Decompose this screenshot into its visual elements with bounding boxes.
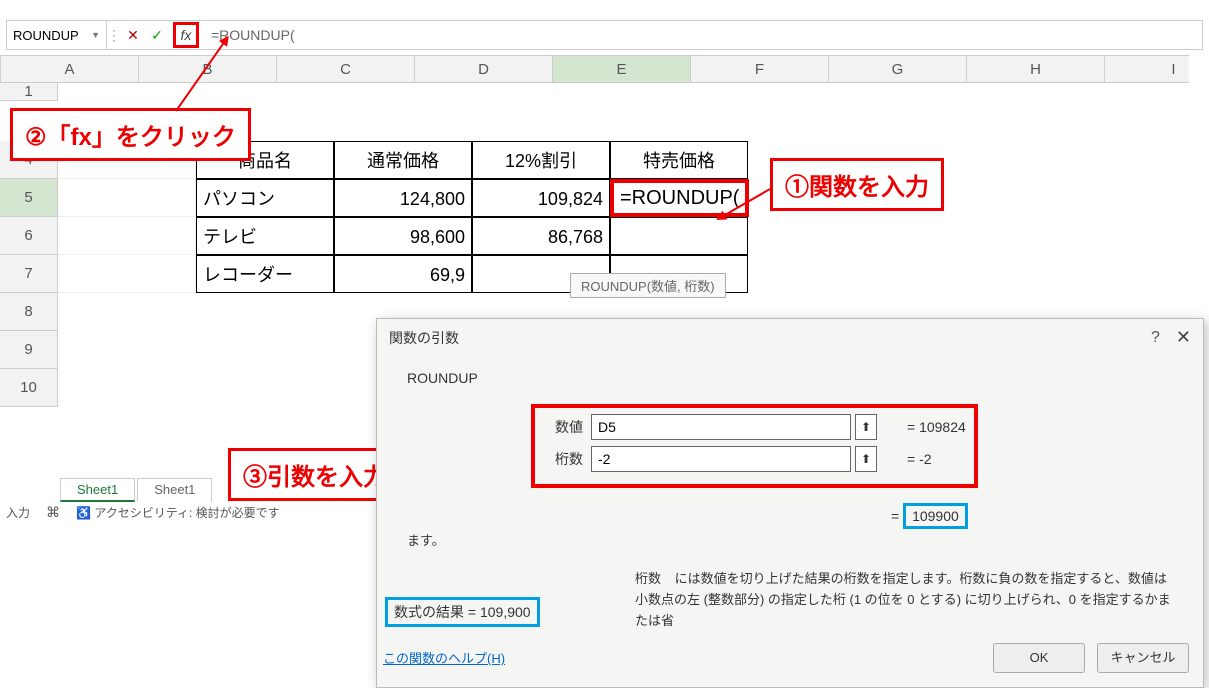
mode-indicator: 入力	[6, 504, 30, 521]
separator: ⋮	[107, 27, 121, 44]
arg-digits-input[interactable]	[591, 446, 851, 472]
formula-bar: ROUNDUP ▼ ⋮ ✕ ✓ fx =ROUNDUP(	[6, 20, 1203, 50]
desc-label: 桁数	[635, 571, 661, 586]
col-header[interactable]: F	[691, 56, 829, 82]
name-box[interactable]: ROUNDUP ▼	[7, 21, 107, 49]
dialog-tail-text: ます。	[407, 530, 1179, 549]
cancel-button[interactable]: キャンセル	[1097, 643, 1189, 673]
sheet-tab[interactable]: Sheet1	[137, 478, 212, 502]
cancel-button[interactable]: ✕	[121, 23, 145, 47]
close-icon[interactable]: ✕	[1176, 327, 1191, 348]
col-header[interactable]: B	[139, 56, 277, 82]
formula-input[interactable]: =ROUNDUP(	[203, 27, 1202, 43]
function-help-link[interactable]: この関数のヘルプ(H)	[383, 648, 505, 667]
help-icon[interactable]: ?	[1151, 329, 1160, 347]
table-header[interactable]: 通常価格	[334, 141, 472, 179]
range-picker-icon[interactable]: ⬆	[855, 414, 877, 440]
accessibility-icon: ⌘	[46, 504, 60, 521]
insert-function-button[interactable]: fx	[173, 22, 199, 48]
cell[interactable]: テレビ	[196, 217, 334, 255]
function-tooltip: ROUNDUP(数値, 桁数)	[570, 273, 726, 298]
sheet-tabs: Sheet1 Sheet1	[60, 478, 212, 502]
callout-1: ①関数を入力	[770, 158, 944, 211]
col-header[interactable]: G	[829, 56, 967, 82]
row-header[interactable]: 1	[0, 83, 58, 101]
row-header[interactable]: 5	[0, 179, 58, 217]
function-name-label: ROUNDUP	[407, 370, 1179, 386]
ok-button[interactable]: OK	[993, 643, 1085, 673]
accessibility-text: アクセシビリティ: 検討が必要です	[94, 506, 279, 520]
result-label: 数式の結果 =	[394, 604, 480, 620]
accessibility-status[interactable]: ♿ アクセシビリティ: 検討が必要です	[76, 504, 280, 521]
arg-value-input[interactable]	[591, 414, 851, 440]
result-value: 109900	[903, 503, 968, 529]
row-header[interactable]: 7	[0, 255, 58, 293]
arg-eval: = -2	[907, 451, 932, 467]
row-header[interactable]: 6	[0, 217, 58, 255]
cell[interactable]: 98,600	[334, 217, 472, 255]
cell[interactable]	[610, 217, 748, 255]
range-picker-icon[interactable]: ⬆	[855, 446, 877, 472]
sheet-tab[interactable]: Sheet1	[60, 478, 135, 502]
function-arguments-dialog: 関数の引数 ? ✕ ROUNDUP 数値 ⬆ = 109824 桁数 ⬆ = -…	[376, 318, 1204, 688]
arg-label: 桁数	[543, 449, 583, 469]
chevron-down-icon[interactable]: ▼	[91, 30, 100, 40]
dialog-title-text: 関数の引数	[389, 328, 459, 348]
cell[interactable]: 86,768	[472, 217, 610, 255]
col-header[interactable]: A	[1, 56, 139, 82]
accept-button[interactable]: ✓	[145, 23, 169, 47]
cell[interactable]	[58, 179, 196, 217]
eq-sign: =	[891, 508, 903, 524]
column-headers: A B C D E F G H I	[0, 55, 1189, 83]
cell[interactable]: 109,824	[472, 179, 610, 217]
wheelchair-icon: ♿	[76, 506, 91, 520]
fx-icon: fx	[181, 27, 192, 43]
col-header[interactable]: D	[415, 56, 553, 82]
arg-label: 数値	[543, 417, 583, 437]
cell[interactable]: レコーダー	[196, 255, 334, 293]
cell[interactable]: 124,800	[334, 179, 472, 217]
dialog-titlebar[interactable]: 関数の引数 ? ✕	[377, 319, 1203, 356]
row-header[interactable]: 10	[0, 369, 58, 407]
cell[interactable]: 69,9	[334, 255, 472, 293]
desc-text: には数値を切り上げた結果の桁数を指定します。桁数に負の数を指定すると、数値は小数…	[635, 571, 1171, 628]
result-equation: = 109900	[891, 508, 1179, 524]
arg-eval: = 109824	[907, 419, 966, 435]
col-header[interactable]: E	[553, 56, 691, 82]
cell[interactable]	[58, 217, 196, 255]
result-number: 109,900	[480, 604, 531, 620]
col-header[interactable]: C	[277, 56, 415, 82]
cell[interactable]: パソコン	[196, 179, 334, 217]
name-box-text: ROUNDUP	[13, 28, 79, 43]
table-header[interactable]: 12%割引	[472, 141, 610, 179]
table-header[interactable]: 特売価格	[610, 141, 748, 179]
row-header[interactable]: 9	[0, 331, 58, 369]
argument-box: 数値 ⬆ = 109824 桁数 ⬆ = -2	[531, 404, 978, 488]
argument-description: 桁数 には数値を切り上げた結果の桁数を指定します。桁数に負の数を指定すると、数値…	[635, 569, 1179, 631]
col-header[interactable]: H	[967, 56, 1105, 82]
cell[interactable]	[58, 255, 196, 293]
row-header[interactable]: 8	[0, 293, 58, 331]
callout-2: ②「fx」をクリック	[10, 108, 251, 161]
status-bar: 入力 ⌘ ♿ アクセシビリティ: 検討が必要です	[6, 504, 280, 521]
col-header[interactable]: I	[1105, 56, 1209, 82]
formula-result: 数式の結果 = 109,900	[377, 593, 548, 631]
